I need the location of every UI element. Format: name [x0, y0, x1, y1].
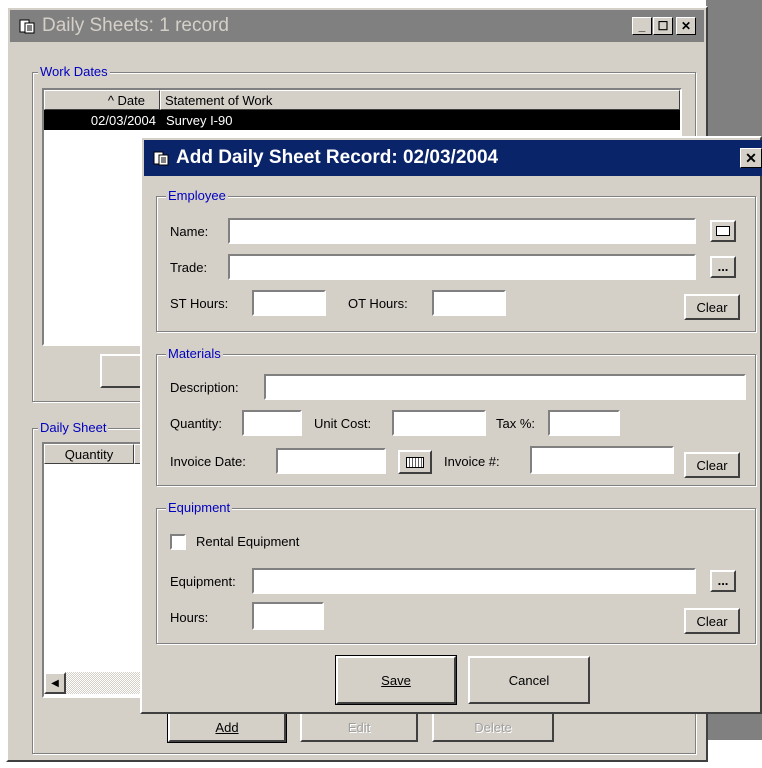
employee-legend: Employee — [166, 188, 228, 203]
hours-label: Hours: — [170, 610, 209, 625]
name-field[interactable] — [228, 218, 696, 244]
column-header-statement[interactable]: Statement of Work — [160, 90, 680, 110]
tax-label: Tax %: — [496, 416, 536, 431]
unit-cost-field[interactable] — [392, 410, 486, 436]
trade-label: Trade: — [170, 260, 208, 275]
trade-field[interactable] — [228, 254, 696, 280]
column-header-date[interactable]: ^ Date — [44, 90, 160, 110]
name-label: Name: — [170, 224, 209, 239]
keyboard-icon — [716, 226, 730, 236]
save-button[interactable]: Save — [335, 655, 457, 705]
equipment-field[interactable] — [252, 568, 696, 594]
column-header-quantity[interactable]: Quantity — [44, 444, 134, 464]
minimize-button[interactable]: _ — [632, 17, 652, 35]
close-icon: ✕ — [745, 149, 757, 166]
st-hours-label: ST Hours: — [170, 296, 229, 311]
trade-browse-button[interactable]: ... — [710, 256, 736, 278]
delete-button[interactable]: Delete — [432, 712, 554, 742]
dialog-app-icon — [152, 149, 170, 167]
equipment-browse-button[interactable]: ... — [710, 570, 736, 592]
desktop-background-lower — [706, 740, 762, 768]
invoice-number-field[interactable] — [530, 446, 674, 474]
description-label: Description: — [170, 380, 239, 395]
invoice-date-field[interactable] — [276, 448, 386, 474]
description-field[interactable] — [264, 374, 746, 400]
quantity-field[interactable] — [242, 410, 302, 436]
equipment-clear-button[interactable]: Clear — [684, 608, 740, 634]
ot-hours-label: OT Hours: — [348, 296, 408, 311]
scroll-left-button[interactable]: ◀ — [44, 672, 66, 694]
close-button[interactable]: ✕ — [676, 17, 696, 35]
horizontal-scrollbar[interactable]: ◀ — [44, 672, 154, 694]
hours-field[interactable] — [252, 602, 324, 630]
table-row[interactable]: 02/03/2004 Survey I-90 — [44, 110, 680, 130]
maximize-button[interactable]: ☐ — [653, 17, 673, 35]
st-hours-field[interactable] — [252, 290, 326, 316]
equipment-legend: Equipment — [166, 500, 233, 515]
edit-button[interactable]: Edit — [300, 712, 418, 742]
calendar-icon — [406, 456, 424, 468]
materials-legend: Materials — [166, 346, 223, 361]
rental-equipment-label: Rental Equipment — [196, 534, 300, 549]
name-lookup-button[interactable] — [710, 220, 736, 242]
dialog-title: Add Daily Sheet Record: 02/03/2004 — [176, 147, 499, 168]
cancel-button[interactable]: Cancel — [468, 656, 590, 704]
tax-field[interactable] — [548, 410, 620, 436]
rental-equipment-checkbox[interactable] — [170, 534, 186, 550]
add-daily-sheet-dialog: Add Daily Sheet Record: 02/03/2004 ✕ Emp… — [140, 136, 762, 714]
invoice-number-label: Invoice #: — [444, 454, 500, 469]
app-icon — [18, 17, 36, 35]
row-statement: Survey I-90 — [166, 112, 233, 128]
daily-sheets-titlebar: Daily Sheets: 1 record _ ☐ ✕ — [10, 10, 704, 42]
daily-sheets-title: Daily Sheets: 1 record — [42, 15, 229, 36]
invoice-date-label: Invoice Date: — [170, 454, 246, 469]
row-date: 02/03/2004 — [90, 112, 156, 128]
invoice-date-picker-button[interactable] — [398, 450, 432, 474]
dialog-titlebar: Add Daily Sheet Record: 02/03/2004 ✕ — [144, 140, 762, 176]
dialog-close-button[interactable]: ✕ — [740, 148, 762, 168]
ot-hours-field[interactable] — [432, 290, 506, 316]
employee-clear-button[interactable]: Clear — [684, 294, 740, 320]
daily-sheet-legend: Daily Sheet — [38, 420, 109, 435]
equipment-label: Equipment: — [170, 574, 236, 589]
materials-clear-button[interactable]: Clear — [684, 452, 740, 478]
work-dates-legend: Work Dates — [38, 64, 110, 79]
quantity-label: Quantity: — [170, 416, 223, 431]
add-button[interactable]: Add — [167, 711, 287, 743]
unit-cost-label: Unit Cost: — [314, 416, 372, 431]
